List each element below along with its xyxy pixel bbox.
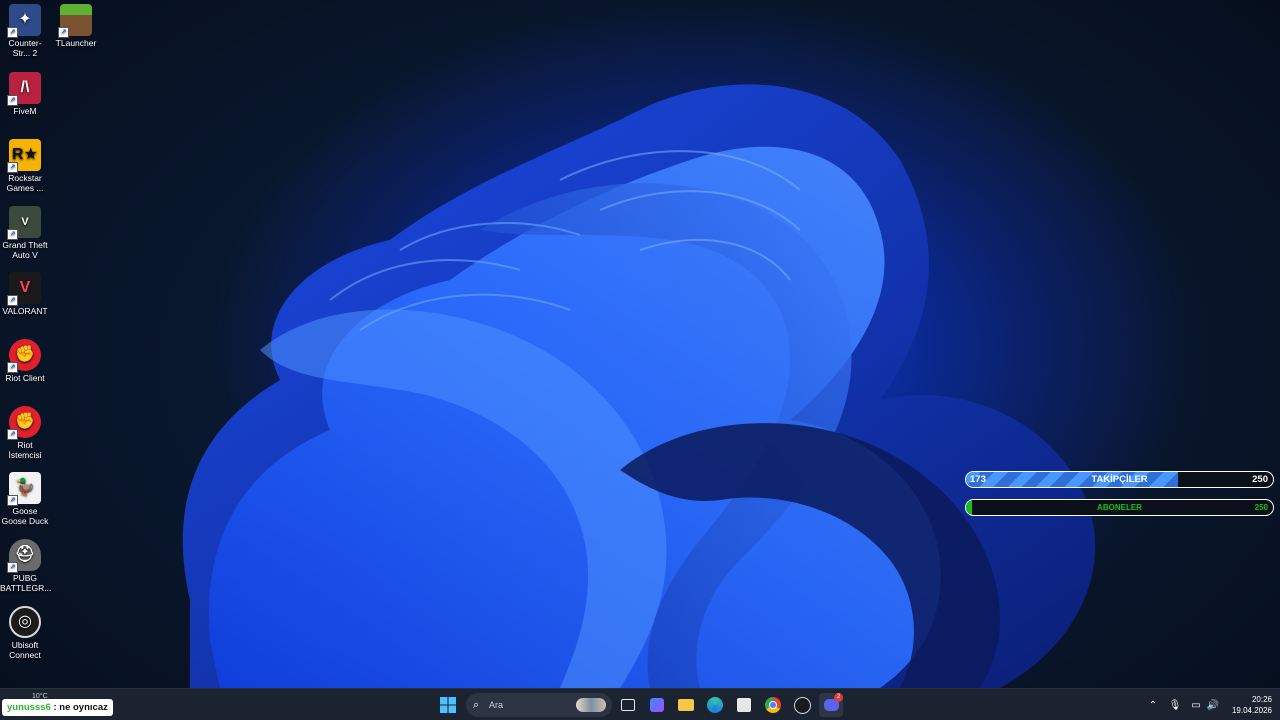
desktop-icon-label: Riot Client bbox=[5, 373, 45, 383]
desktop-icon-label: Ubisoft Connect bbox=[9, 640, 41, 660]
taskbar-search[interactable]: ⌕ Ara bbox=[466, 693, 612, 717]
clock-time: 20:26 bbox=[1251, 695, 1272, 704]
desktop-icon-valorant[interactable]: V ↗ VALORANT bbox=[0, 272, 50, 316]
task-view-button[interactable] bbox=[616, 693, 640, 717]
chrome-icon bbox=[765, 697, 781, 713]
search-icon: ⌕ bbox=[473, 699, 480, 711]
desktop-icon-riot-client[interactable]: ✊ ↗ Riot Client bbox=[0, 339, 50, 383]
wallpaper-bloom bbox=[182, 84, 1096, 688]
subscribers-goal: 250 bbox=[1254, 503, 1268, 512]
goose-icon: 🦆 ↗ bbox=[7, 472, 41, 506]
valorant-icon: V ↗ bbox=[7, 272, 41, 306]
followers-goal: 250 bbox=[1252, 474, 1268, 485]
desktop-icon-gta-v[interactable]: V ↗ Grand Theft Auto V bbox=[0, 206, 50, 260]
chat-text: ne oynıcaz bbox=[59, 702, 108, 713]
chrome-button[interactable] bbox=[761, 693, 785, 717]
chat-username: yunusss6 bbox=[7, 702, 51, 713]
desktop-icon-goose-goose-duck[interactable]: 🦆 ↗ Goose Goose Duck bbox=[0, 472, 50, 526]
taskbar: 10°C ⌕ Ara 2 ⌃ 🎙 ▭ 🔊 20:26 19.04.2026 bbox=[0, 688, 1280, 720]
desktop-icon-pubg[interactable]: ⛑ ↗ PUBG BATTLEGR... bbox=[0, 539, 52, 593]
file-explorer-icon bbox=[678, 699, 694, 711]
search-placeholder: Ara bbox=[489, 700, 504, 710]
desktop-icon-label: Riot İstemcisi bbox=[8, 440, 42, 460]
desktop-icon-label: TLauncher bbox=[55, 38, 97, 48]
volume-icon[interactable]: 🔊 bbox=[1206, 689, 1220, 720]
ubisoft-swirl-icon: ◎ bbox=[9, 606, 41, 638]
desktop-icon-label: Counter-Str... 2 bbox=[8, 38, 42, 58]
subscribers-goal-bar: ABONELER 250 bbox=[965, 499, 1274, 516]
counter-strike-icon: ✦ ↗ bbox=[7, 4, 41, 38]
steam-icon bbox=[793, 696, 811, 714]
desktop-icon-ubisoft[interactable]: ◎ Ubisoft Connect bbox=[0, 606, 50, 660]
riot-fist-icon: ✊ ↗ bbox=[7, 339, 41, 373]
subscribers-label: ABONELER bbox=[1097, 503, 1142, 512]
gta-v-icon: V ↗ bbox=[7, 206, 41, 240]
network-icon[interactable]: ▭ bbox=[1189, 689, 1203, 720]
desktop-icon-label: Rockstar Games ... bbox=[6, 173, 44, 193]
start-button[interactable] bbox=[436, 693, 460, 717]
desktop-icon-label: Goose Goose Duck bbox=[1, 506, 49, 526]
desktop-icon-fivem[interactable]: /\ ↗ FiveM bbox=[0, 72, 50, 116]
desktop-icon-riot-istemcisi[interactable]: ✊ ↗ Riot İstemcisi bbox=[0, 406, 50, 460]
discord-button[interactable]: 2 bbox=[819, 693, 843, 717]
desktop-icon-label: PUBG BATTLEGR... bbox=[0, 573, 52, 593]
desktop-icon-counter-strike[interactable]: ✦ ↗ Counter-Str... 2 bbox=[0, 4, 50, 58]
clock-date: 19.04.2026 bbox=[1231, 706, 1272, 715]
chat-separator: : bbox=[53, 702, 57, 713]
riot-fist-icon: ✊ ↗ bbox=[7, 406, 41, 440]
discord-notification-badge: 2 bbox=[834, 693, 843, 702]
desktop-icon-label: VALORANT bbox=[2, 306, 48, 316]
microphone-icon[interactable]: 🎙 bbox=[1168, 689, 1182, 720]
desktop-icon-label: Grand Theft Auto V bbox=[2, 240, 48, 260]
followers-goal-bar: 173 TAKİPÇİLER 250 bbox=[965, 471, 1274, 488]
fivem-icon: /\ ↗ bbox=[7, 72, 41, 106]
followers-label: TAKİPÇİLER bbox=[1091, 474, 1148, 485]
file-explorer-button[interactable] bbox=[674, 693, 698, 717]
microsoft-store-icon bbox=[737, 698, 751, 712]
rockstar-icon: R★ ↗ bbox=[7, 139, 41, 173]
desktop-icon-label: FiveM bbox=[13, 106, 37, 116]
edge-button[interactable] bbox=[703, 693, 727, 717]
pubg-helmet-icon: ⛑ ↗ bbox=[7, 539, 41, 573]
widgets-button[interactable] bbox=[645, 693, 669, 717]
desktop-icon-rockstar[interactable]: R★ ↗ Rockstar Games ... bbox=[0, 139, 50, 193]
tlauncher-grass-block-icon: ↗ bbox=[58, 4, 92, 38]
edge-icon bbox=[707, 697, 723, 713]
taskbar-clock[interactable]: 20:26 19.04.2026 bbox=[1232, 694, 1272, 716]
microsoft-store-button[interactable] bbox=[732, 693, 756, 717]
search-highlight-icon bbox=[576, 698, 606, 712]
windows-start-icon bbox=[440, 697, 456, 713]
widgets-icon bbox=[650, 698, 664, 712]
steam-button[interactable] bbox=[790, 693, 814, 717]
chat-message: yunusss6 : ne oynıcaz bbox=[2, 699, 113, 716]
task-view-icon bbox=[621, 699, 635, 711]
tray-overflow-chevron-icon[interactable]: ⌃ bbox=[1146, 689, 1160, 720]
desktop-icon-tlauncher[interactable]: ↗ TLauncher bbox=[51, 4, 101, 48]
